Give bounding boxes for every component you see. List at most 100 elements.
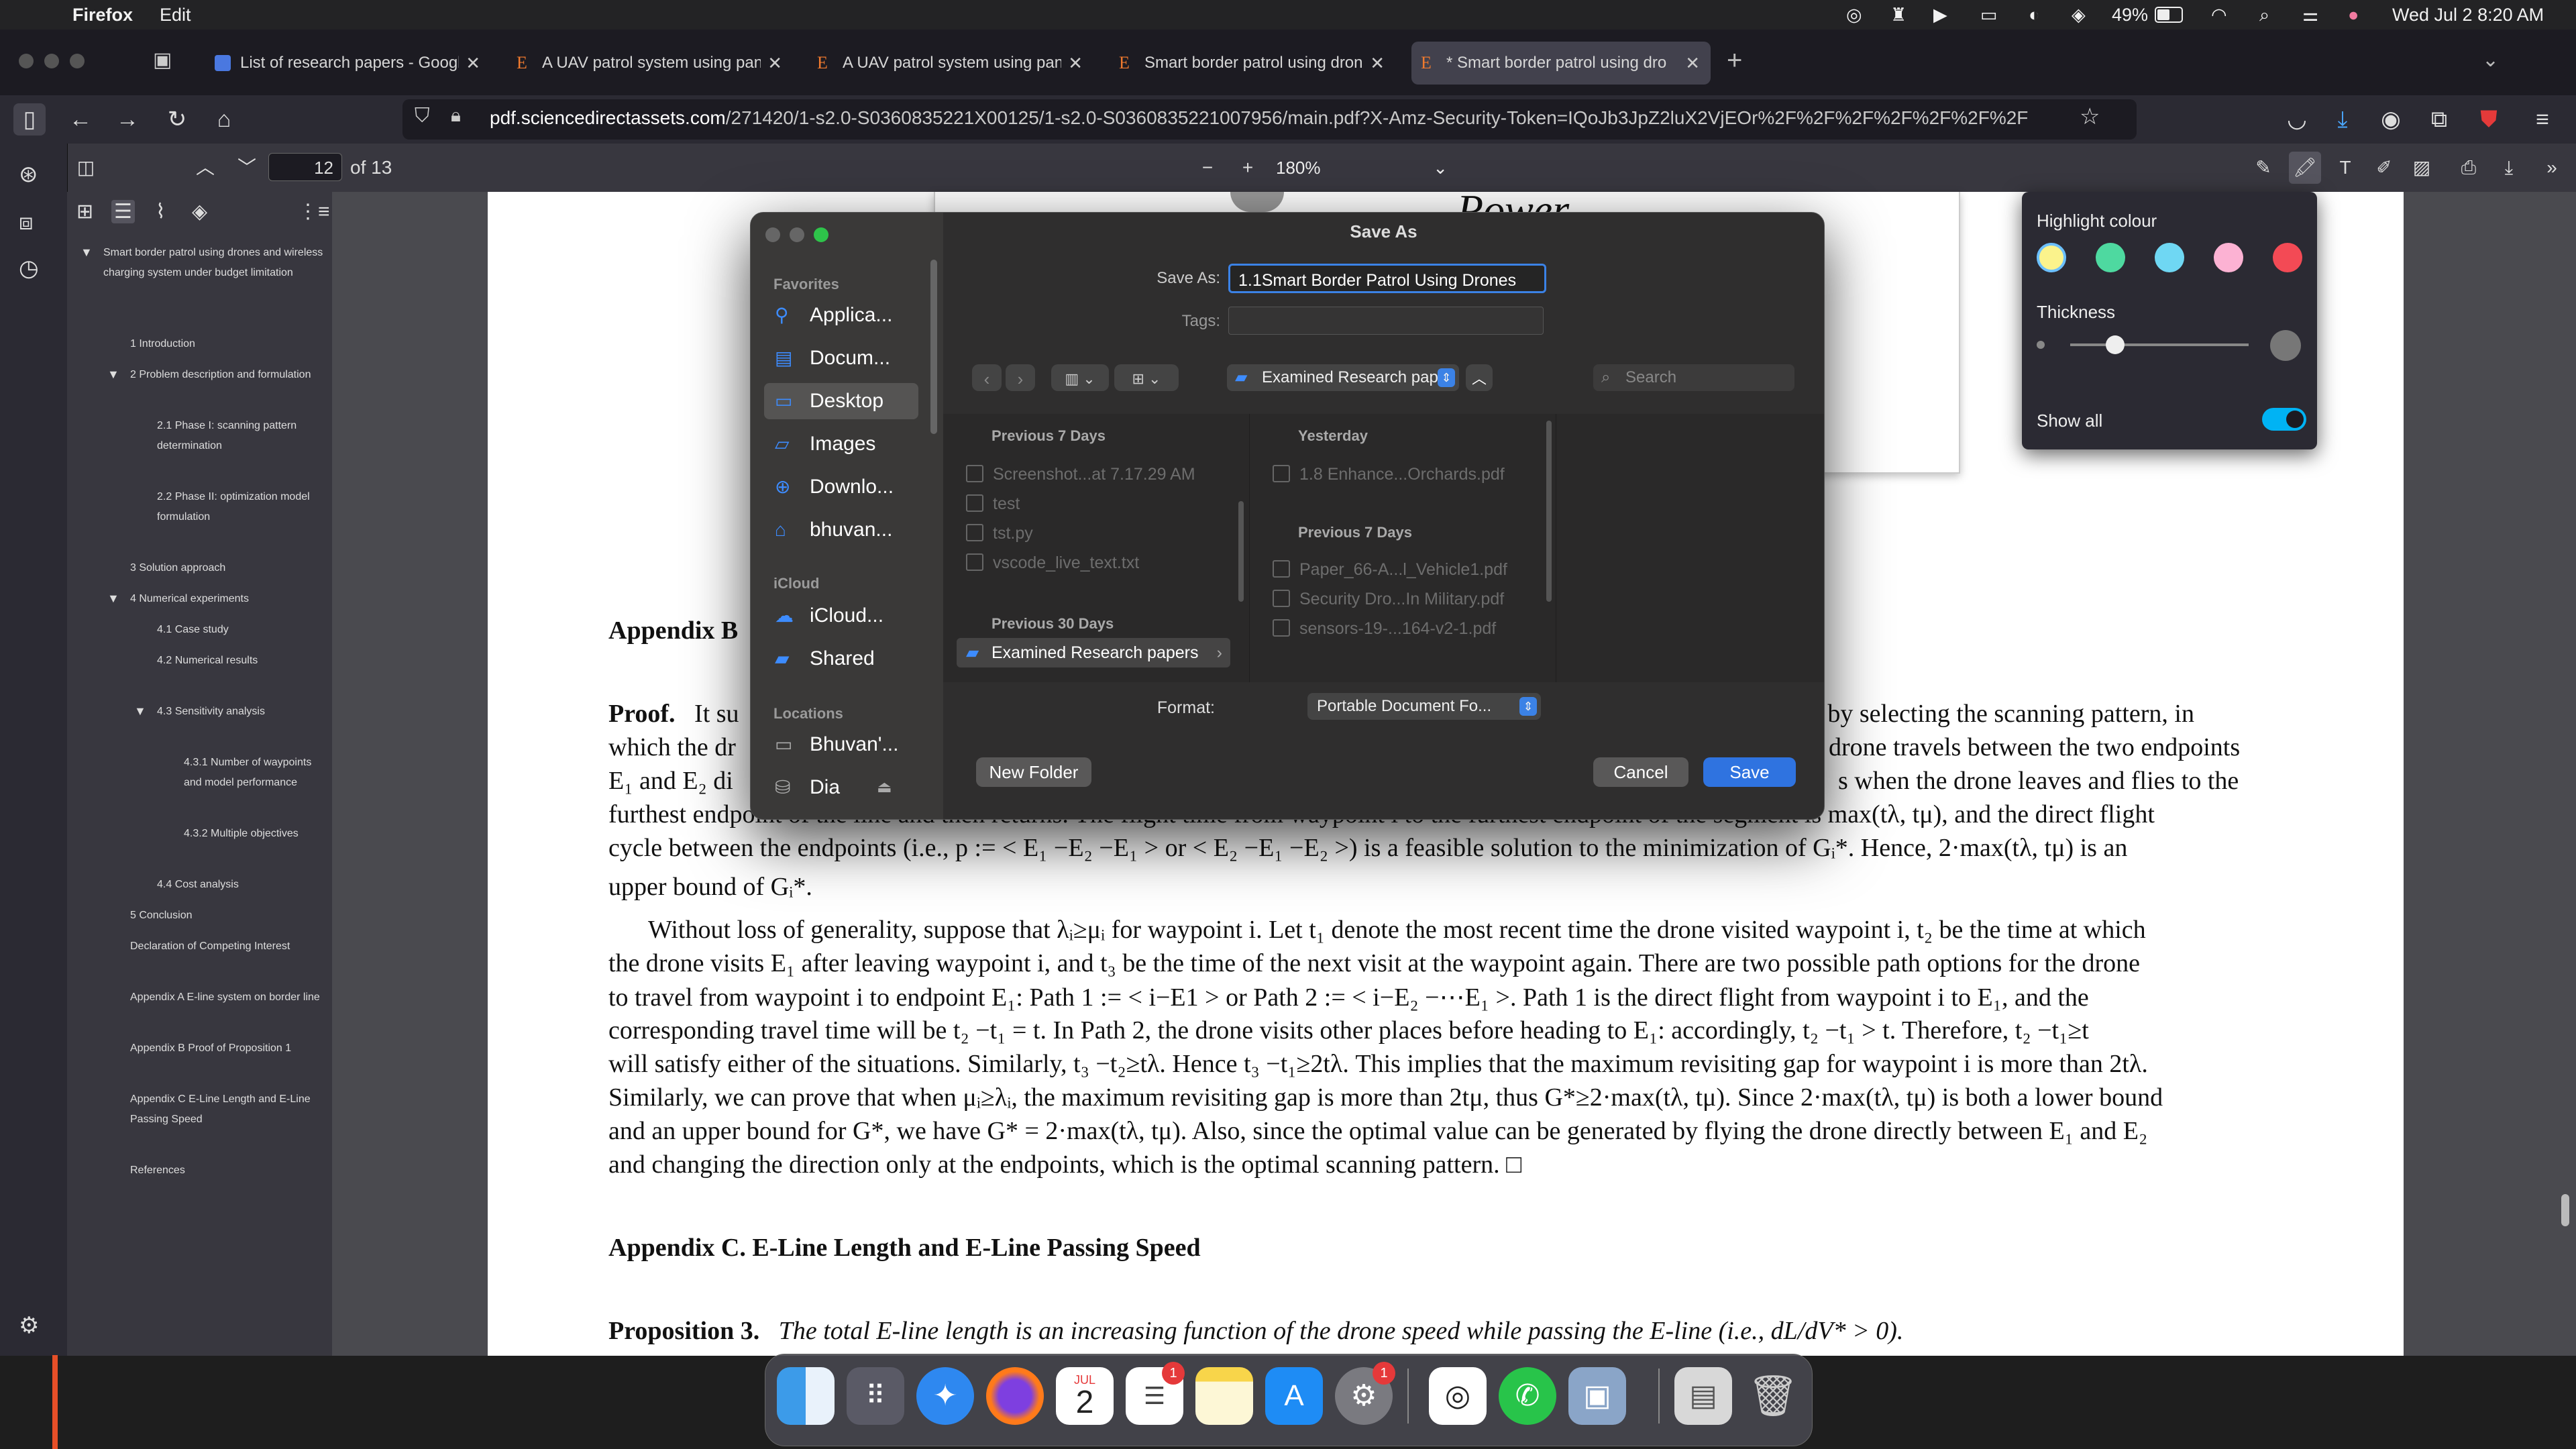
menu-edit[interactable]: Edit [160, 5, 191, 25]
thumbnails-icon[interactable]: ⊞ [76, 200, 93, 223]
outline-item[interactable]: Appendix B Proof of Proposition 1 [130, 1038, 325, 1059]
history-icon[interactable]: ◷ [19, 255, 39, 282]
folder-examined-research-papers[interactable]: ▰ Examined Research papers › [957, 638, 1230, 667]
outline-item[interactable]: 4.1 Case study [157, 620, 325, 640]
toggle-sidebar-icon[interactable]: ◫ [70, 152, 102, 184]
file-item[interactable]: tst.py [966, 524, 1033, 543]
chatbot-sidebar-icon[interactable]: ⊛ [19, 161, 38, 188]
outline-item[interactable]: 4.2 Numerical results [157, 651, 325, 671]
column-view-button[interactable]: ▥ ⌄ [1051, 364, 1109, 391]
outline-item[interactable]: 2 Problem description and formulation [130, 365, 325, 385]
outline-item[interactable]: 2.2 Phase II: optimization model formula… [157, 487, 325, 527]
chatgpt-icon[interactable]: ◎ [1429, 1367, 1487, 1425]
outline-item[interactable]: 3 Solution approach [130, 558, 325, 578]
bookmark-star-icon[interactable]: ☆ [2080, 103, 2100, 130]
tab-smart-border-active[interactable]: E * Smart border patrol using dro ✕ [1411, 42, 1711, 85]
close-icon[interactable]: ✕ [466, 42, 480, 85]
downloads-icon[interactable]: ⤓ [2326, 103, 2359, 136]
settings-gear-icon[interactable]: ⚙ [19, 1312, 39, 1339]
more-tools-icon[interactable]: » [2536, 152, 2568, 184]
forward-nav-button[interactable]: › [1006, 364, 1035, 391]
control-center-icon[interactable]: ⚌ [2302, 5, 2318, 25]
file-item[interactable]: 1.8 Enhance...Orchards.pdf [1273, 465, 1505, 484]
outline-item[interactable]: Appendix A E-line system on border line [130, 987, 325, 1008]
outline-item[interactable]: 4 Numerical experiments [130, 589, 325, 609]
close-window-button[interactable] [19, 54, 34, 68]
app-store-icon[interactable]: A [1265, 1367, 1323, 1425]
location-popup[interactable]: ▰ Examined Research pap... ⇕ [1227, 364, 1459, 391]
outline-item[interactable]: Smart border patrol using drones and wir… [103, 243, 325, 283]
search-field[interactable]: ⌕ Search [1593, 364, 1794, 391]
file-item[interactable]: Screenshot...at 7.17.29 AM [966, 465, 1195, 484]
save-button[interactable]: Save [1703, 757, 1796, 787]
outline-item[interactable]: 1 Introduction [130, 334, 325, 354]
expand-triangle-icon[interactable]: ▼ [80, 246, 93, 260]
file-item[interactable]: Security Dro...In Military.pdf [1273, 590, 1504, 609]
page-number-input[interactable]: 12 [268, 153, 342, 181]
column-scrollbar[interactable] [1546, 421, 1552, 602]
calendar-icon[interactable]: JUL 2 [1056, 1367, 1114, 1425]
outline-item[interactable]: 4.3.1 Number of waypoints and model perf… [184, 753, 325, 793]
close-icon[interactable]: ✕ [1370, 42, 1385, 85]
print-icon[interactable]: ⎙ [2453, 152, 2485, 184]
next-page-icon[interactable]: ﹀ [231, 152, 263, 184]
file-item[interactable]: vscode_live_text.txt [966, 553, 1139, 573]
previous-page-icon[interactable]: ︿ [189, 152, 221, 184]
list-tabs-chevron-icon[interactable]: ⌄ [2482, 48, 2499, 72]
pocket-icon[interactable]: ◡ [2281, 103, 2313, 136]
reload-icon[interactable]: ↻ [161, 103, 193, 136]
tab-uav-patrol-2[interactable]: E A UAV patrol system using panc ✕ [808, 42, 1093, 85]
trash-icon[interactable]: 🗑︎ [1744, 1367, 1802, 1425]
expand-triangle-icon[interactable]: ▼ [134, 704, 146, 718]
wifi-icon[interactable]: ◠ [2211, 5, 2227, 25]
edit-pdf-icon[interactable]: ✎ [2247, 152, 2279, 184]
eject-icon[interactable]: ⏏ [877, 769, 892, 806]
file-item[interactable]: sensors-19-...164-v2-1.pdf [1273, 619, 1496, 639]
thickness-slider-thumb[interactable] [2105, 335, 2125, 354]
sidebar-item-documents[interactable]: ▤ Docum... [764, 340, 918, 376]
minimize-window-button[interactable] [44, 54, 59, 68]
expand-triangle-icon[interactable]: ▼ [107, 368, 119, 382]
swatch-green[interactable] [2096, 243, 2125, 272]
chatgpt-status-icon[interactable]: ◎ [1846, 5, 1862, 25]
close-icon[interactable]: ✕ [1068, 42, 1083, 85]
forward-icon[interactable]: → [111, 103, 144, 136]
lock-icon[interactable]: 🔒︎ [451, 105, 461, 127]
expand-triangle-icon[interactable]: ▼ [107, 592, 119, 606]
sidebar-item-mac[interactable]: ▭ Bhuvan'... [764, 727, 918, 763]
swatch-red[interactable] [2273, 243, 2302, 272]
tab-uav-patrol-1[interactable]: E A UAV patrol system using panc ✕ [507, 42, 793, 85]
tab-overview-icon[interactable]: ▣ [153, 48, 172, 72]
firefox-icon[interactable] [986, 1367, 1044, 1425]
swatch-yellow[interactable] [2037, 243, 2066, 272]
text-tool-icon[interactable]: T [2329, 152, 2361, 184]
outline-item[interactable]: Declaration of Competing Interest [130, 936, 325, 957]
home-icon[interactable]: ⌂ [208, 103, 240, 136]
outline-item[interactable]: Appendix C E-Line Length and E-Line Pass… [130, 1089, 325, 1130]
outline-item[interactable]: 4.3 Sensitivity analysis [157, 702, 325, 722]
outline-view-icon[interactable]: ☰ [111, 200, 135, 223]
new-tab-button[interactable]: + [1727, 46, 1742, 76]
save-as-filename-input[interactable]: 1.1Smart Border Patrol Using Drones [1228, 264, 1546, 293]
column-scrollbar[interactable] [1238, 501, 1244, 602]
notes-icon[interactable] [1195, 1367, 1253, 1425]
sidebar-item-dia[interactable]: ⛁ Dia ⏏ [764, 769, 918, 806]
url-text[interactable]: pdf.sciencedirectassets.com/271420/1-s2.… [490, 107, 2066, 129]
group-view-button[interactable]: ⊞ ⌄ [1114, 364, 1179, 391]
thickness-slider[interactable] [2070, 335, 2249, 354]
siri-icon[interactable]: ● [2348, 5, 2359, 25]
preview-icon[interactable]: ▣ [1568, 1367, 1626, 1425]
format-popup[interactable]: Portable Document Fo... ⇕ [1307, 693, 1541, 720]
show-all-toggle[interactable] [2262, 408, 2306, 431]
sidebar-item-home[interactable]: ⌂ bhuvan... [764, 512, 918, 548]
file-item[interactable]: test [966, 494, 1020, 514]
search-icon[interactable]: ⌕ [2259, 5, 2269, 26]
safari-icon[interactable]: ✦ [916, 1367, 974, 1425]
app-menu-firefox[interactable]: Firefox [72, 5, 133, 25]
outline-item[interactable]: 4.3.2 Multiple objectives [184, 824, 325, 844]
back-icon[interactable]: ← [64, 103, 97, 136]
tracking-shield-icon[interactable]: ⛉ [415, 105, 430, 127]
finder-icon[interactable] [777, 1367, 835, 1425]
outline-item[interactable]: 5 Conclusion [130, 906, 325, 926]
dialog-zoom-button[interactable] [814, 227, 828, 242]
